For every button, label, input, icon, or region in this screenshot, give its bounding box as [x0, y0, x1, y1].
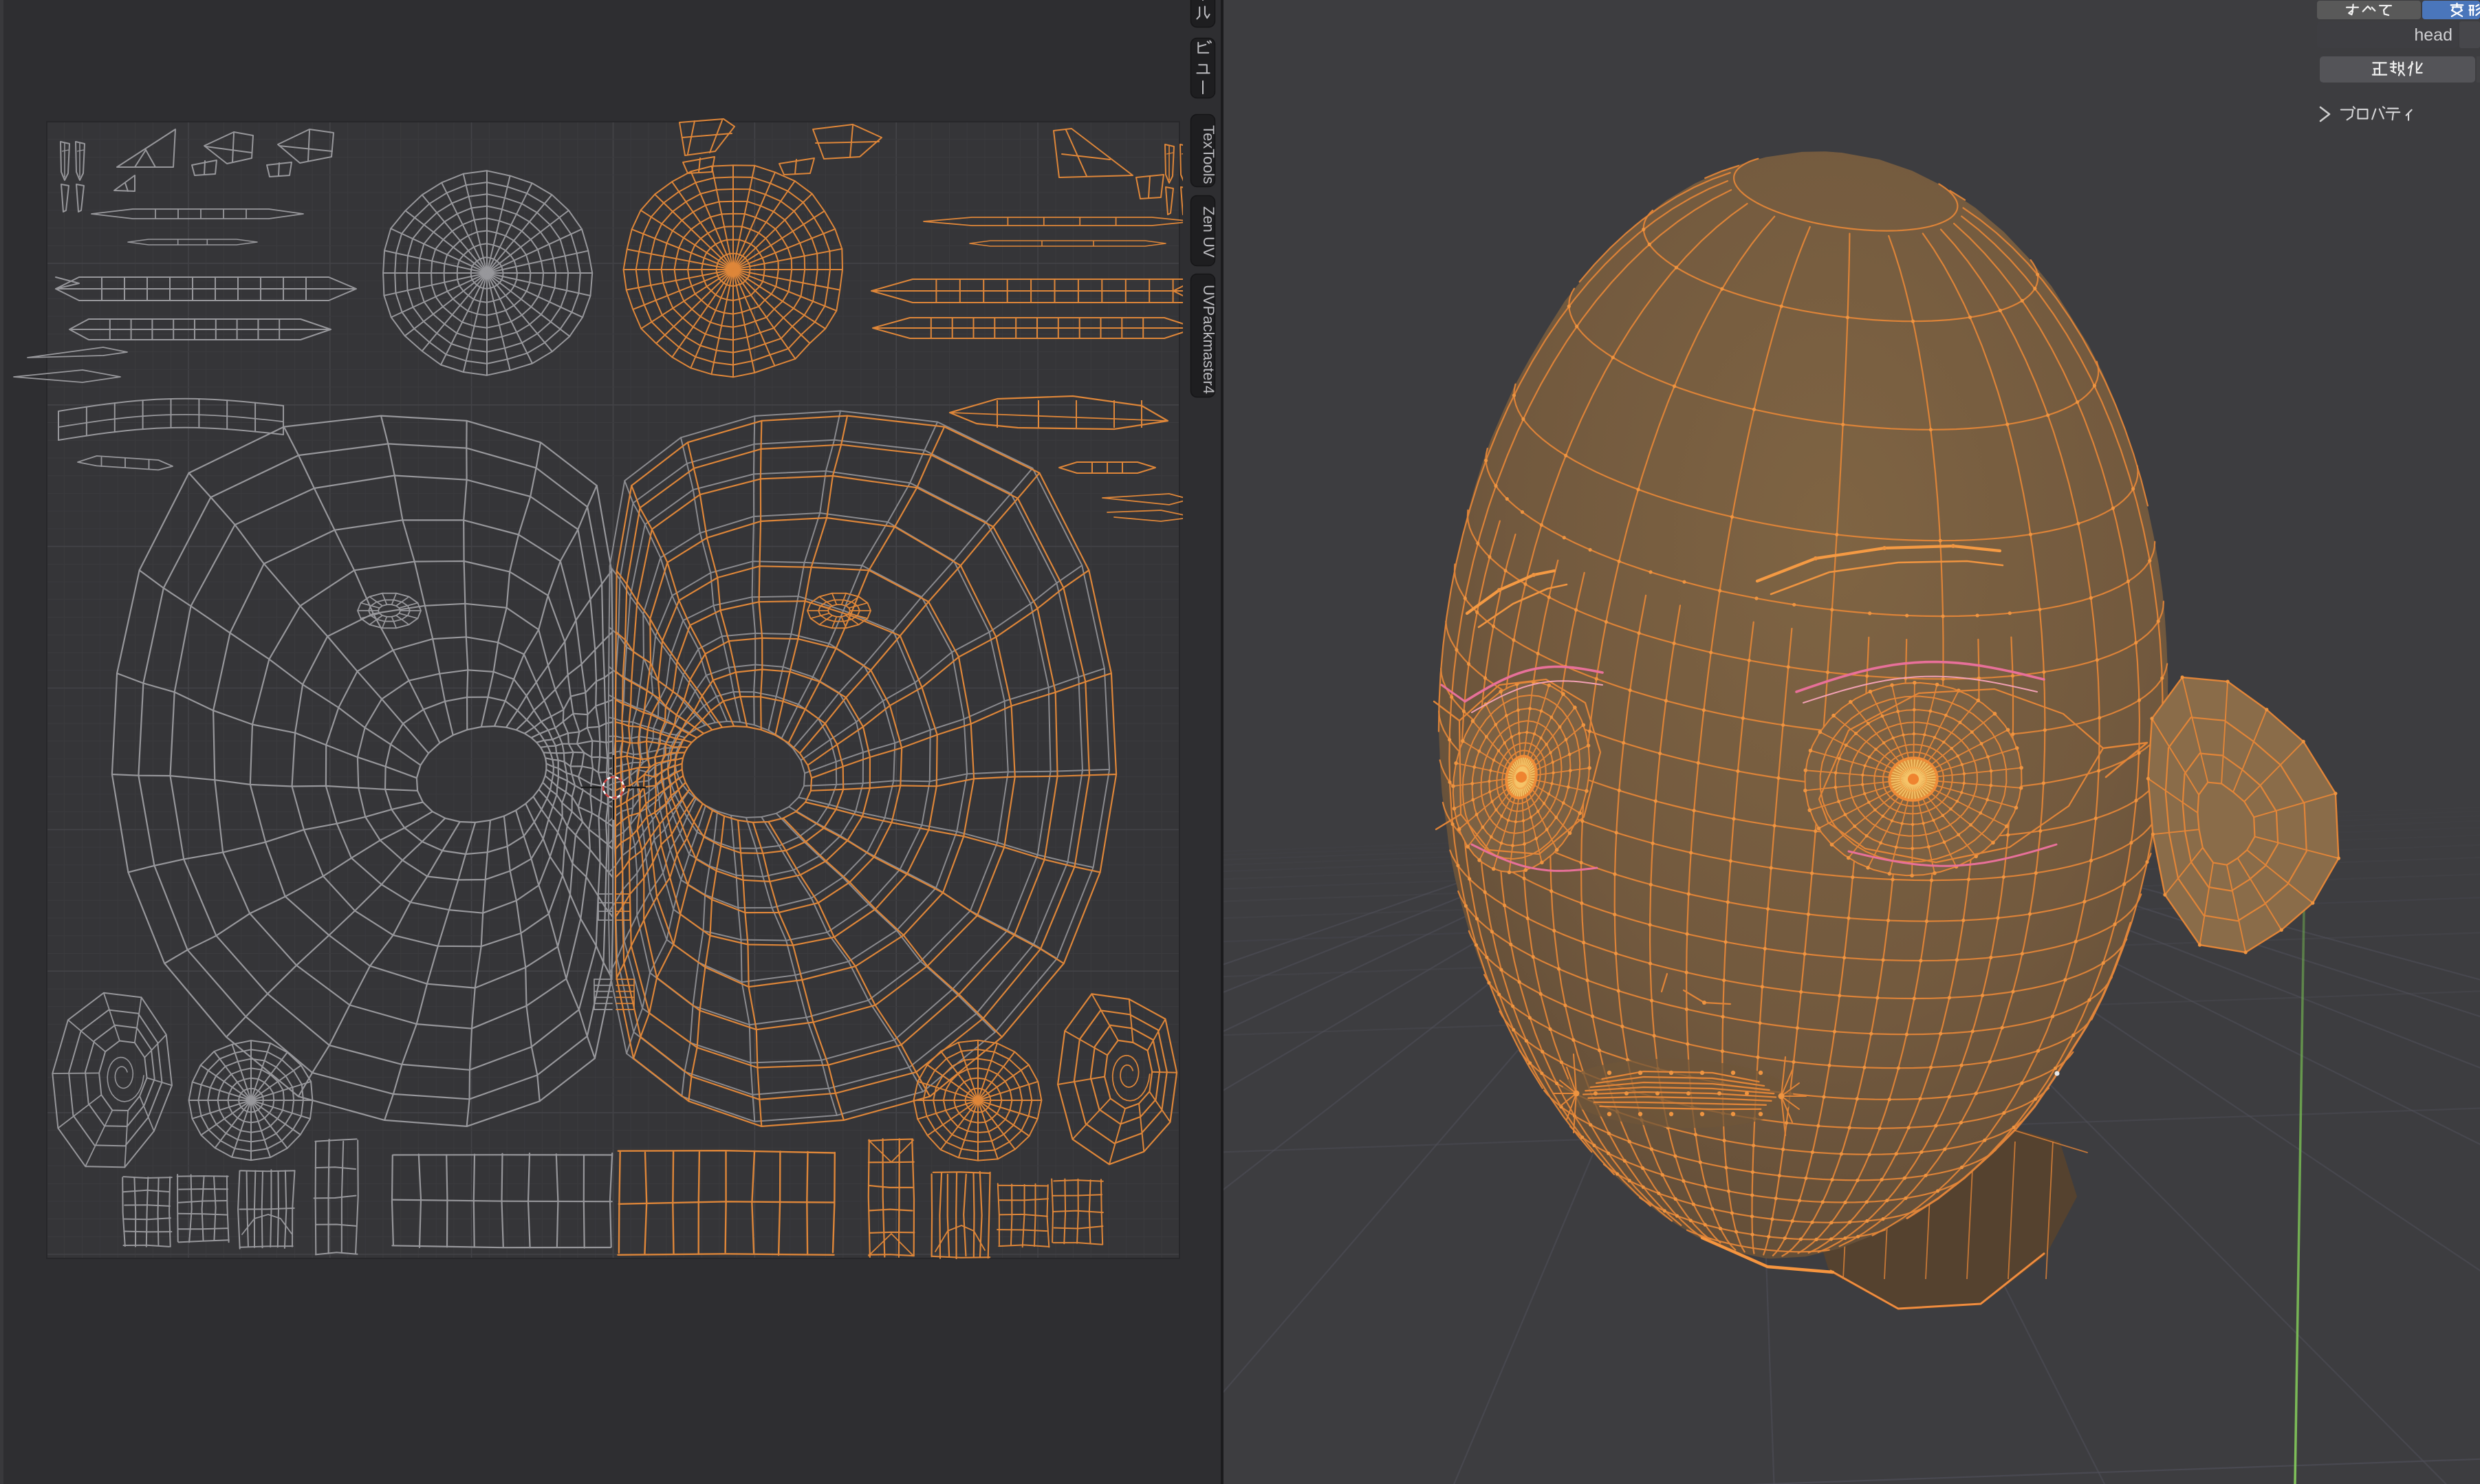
svg-text:UVPackmaster4: UVPackmaster4 [1200, 285, 1217, 394]
svg-text:Zen UV: Zen UV [1200, 206, 1217, 258]
svg-text:TexTools: TexTools [1200, 125, 1217, 184]
svg-text:head: head [2414, 25, 2452, 45]
